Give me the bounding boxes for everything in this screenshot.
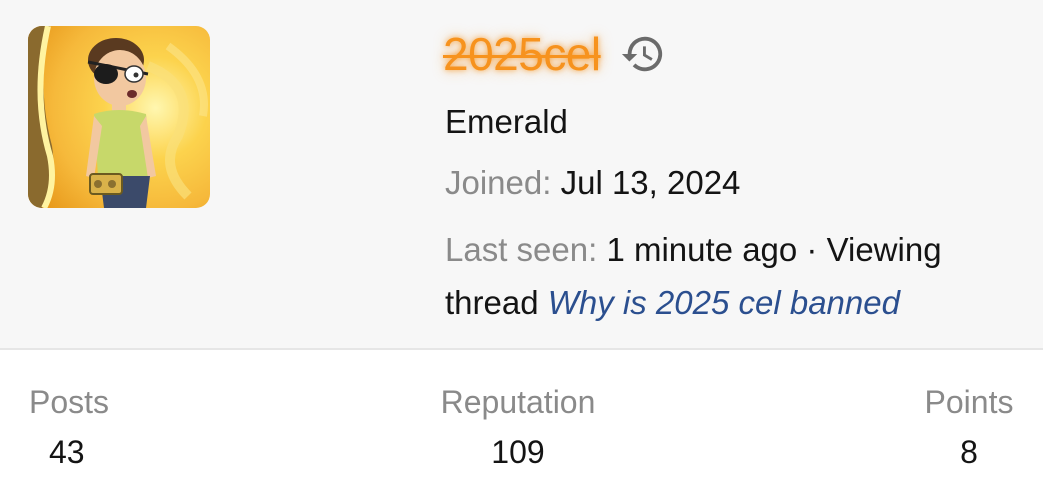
username-row: 2025cel [443,18,667,90]
avatar[interactable] [28,26,210,208]
history-icon[interactable] [619,30,667,78]
history-icon-glyph [621,36,662,72]
reputation-label: Reputation [440,384,596,420]
reputation-value: 109 [491,434,545,470]
avatar-image [28,26,210,208]
joined-label: Joined: [445,164,552,201]
posts-value: 43 [49,434,85,470]
last-seen-thread-link[interactable]: Why is 2025 cel banned [548,284,900,321]
points-label: Points [924,384,1014,420]
joined-row: Joined: Jul 13, 2024 [445,163,740,203]
stat-reputation[interactable]: Reputation 109 [434,382,602,472]
last-seen-label: Last seen: [445,231,598,268]
last-seen-row: Last seen: 1 minute ago · Viewing thread… [445,223,1025,329]
stat-posts[interactable]: Posts 43 [29,382,109,472]
points-value: 8 [960,434,978,470]
user-rank: Emerald [445,103,568,140]
posts-label: Posts [29,384,110,420]
stat-points[interactable]: Points 8 [919,382,1019,472]
joined-value: Jul 13, 2024 [560,164,741,201]
username[interactable]: 2025cel [443,31,601,77]
divider [0,348,1043,350]
